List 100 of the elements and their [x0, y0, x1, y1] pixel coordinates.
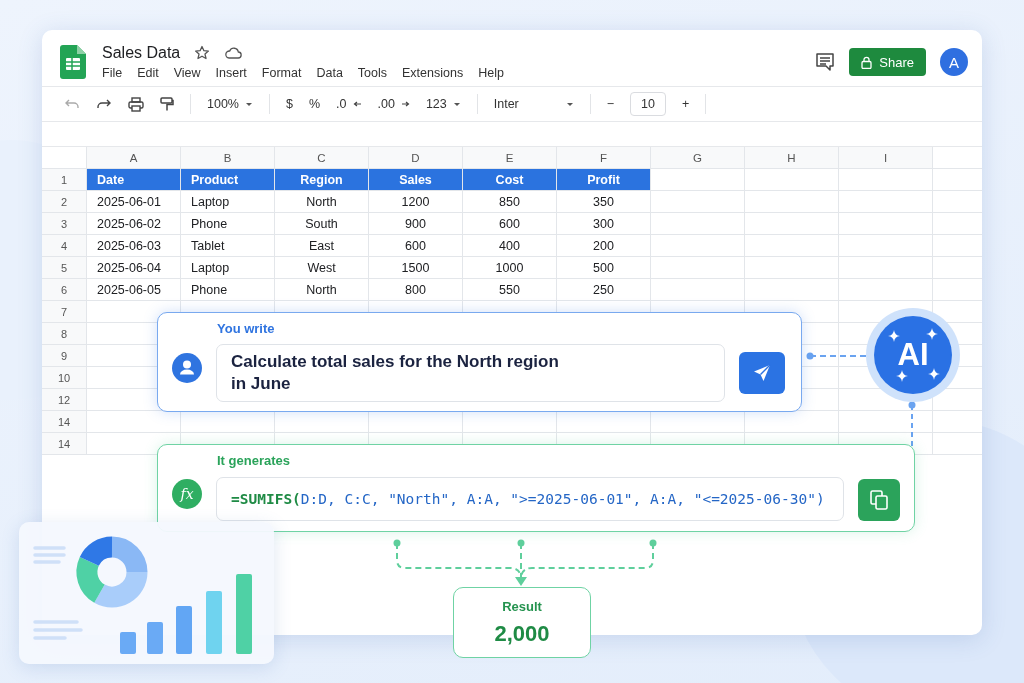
share-button[interactable]: Share	[849, 48, 926, 76]
table-cell: 350	[557, 191, 651, 213]
number-format-dropdown[interactable]: 123	[425, 97, 461, 111]
row-header[interactable]: 14	[42, 433, 87, 455]
menu-item[interactable]: View	[173, 66, 201, 80]
table-cell: 200	[557, 235, 651, 257]
function-icon: fx	[172, 479, 202, 509]
row-header[interactable]: 8	[42, 323, 87, 345]
caret-icon	[245, 101, 253, 107]
row-header[interactable]: 7	[42, 301, 87, 323]
person-icon	[172, 352, 202, 383]
caret-icon	[452, 101, 461, 107]
row-header[interactable]: 12	[42, 389, 87, 411]
star-icon[interactable]	[194, 45, 211, 61]
avatar[interactable]: A	[940, 48, 968, 76]
menu-item[interactable]: File	[102, 66, 123, 80]
row-header[interactable]: 1	[42, 169, 87, 191]
table-cell: East	[275, 235, 369, 257]
lock-icon	[861, 55, 873, 69]
column-header[interactable]: E	[463, 147, 557, 169]
table-cell: 2025-06-05	[87, 279, 181, 301]
table-cell: 900	[369, 213, 463, 235]
formula-field[interactable]: =SUMIFS(D:D, C:C, "North", A:A, ">=2025-06-01", A:A, "<=2025-06-30")	[216, 477, 844, 521]
copy-icon	[870, 490, 888, 510]
row-header[interactable]: 9	[42, 345, 87, 367]
column-header[interactable]: C	[275, 147, 369, 169]
ai-label: AI	[874, 316, 952, 394]
menu-item[interactable]: Format	[261, 66, 302, 80]
table-cell: 300	[557, 213, 651, 235]
send-button[interactable]	[739, 352, 785, 394]
caret-icon	[565, 101, 574, 107]
left-arrow-icon	[352, 101, 362, 107]
decrease-size-button[interactable]: −	[606, 97, 615, 111]
right-arrow-icon	[400, 101, 410, 107]
table-cell: Tablet	[181, 235, 275, 257]
table-cell: North	[275, 279, 369, 301]
table-cell: South	[275, 213, 369, 235]
prompt-field[interactable]: Calculate total sales for the North region in June	[216, 344, 725, 402]
menu-item[interactable]: Extensions	[402, 66, 464, 80]
row-header[interactable]: 4	[42, 235, 87, 257]
menu-item[interactable]: Help	[478, 66, 504, 80]
comment-icon[interactable]	[815, 52, 836, 72]
table-cell: 600	[463, 213, 557, 235]
paint-format-icon[interactable]	[160, 96, 174, 112]
menu-item[interactable]: Insert	[215, 66, 247, 80]
table-cell: 1500	[369, 257, 463, 279]
table-cell: 400	[463, 235, 557, 257]
result-label: Result	[502, 598, 542, 614]
sparkle-icon	[888, 330, 900, 342]
table-cell: 500	[557, 257, 651, 279]
document-title: Sales Data	[102, 44, 181, 62]
copy-button[interactable]	[858, 479, 900, 521]
table-cell: 550	[463, 279, 557, 301]
decrease-decimals-button[interactable]: .0	[336, 97, 362, 111]
increase-decimals-button[interactable]: .00	[377, 97, 410, 111]
print-icon[interactable]	[128, 96, 144, 112]
menu-item[interactable]: Tools	[357, 66, 388, 80]
column-header[interactable]: H	[745, 147, 839, 169]
redo-icon[interactable]	[96, 98, 112, 110]
header-cell: Cost	[463, 169, 557, 191]
zoom-dropdown[interactable]: 100%	[207, 97, 253, 111]
header-cell: Date	[87, 169, 181, 191]
font-dropdown[interactable]: Inter	[493, 97, 574, 111]
table-cell: 2025-06-01	[87, 191, 181, 213]
currency-button[interactable]: $	[286, 97, 293, 111]
row-header[interactable]: 10	[42, 367, 87, 389]
send-icon	[752, 363, 772, 383]
column-header[interactable]: I	[839, 147, 933, 169]
header-cell: Profit	[557, 169, 651, 191]
column-header[interactable]: D	[369, 147, 463, 169]
header-cell: Product	[181, 169, 275, 191]
sheets-logo-icon	[60, 45, 86, 79]
table-cell: 800	[369, 279, 463, 301]
row-header[interactable]: 2	[42, 191, 87, 213]
row-header[interactable]: 5	[42, 257, 87, 279]
table-cell: 2025-06-03	[87, 235, 181, 257]
menu-item[interactable]: Data	[316, 66, 343, 80]
column-header[interactable]: G	[651, 147, 745, 169]
table-cell: Phone	[181, 279, 275, 301]
percent-button[interactable]: %	[308, 97, 321, 111]
row-header[interactable]: 14	[42, 411, 87, 433]
column-header[interactable]: B	[181, 147, 275, 169]
sparkle-icon	[928, 368, 940, 380]
table-cell: Laptop	[181, 257, 275, 279]
table-cell: 1000	[463, 257, 557, 279]
table-cell: 850	[463, 191, 557, 213]
increase-size-button[interactable]: +	[682, 97, 690, 111]
sparkle-icon	[926, 328, 938, 340]
table-cell: West	[275, 257, 369, 279]
row-header[interactable]: 6	[42, 279, 87, 301]
card-label: You write	[217, 321, 275, 336]
row-header[interactable]: 3	[42, 213, 87, 235]
column-header[interactable]: F	[557, 147, 651, 169]
sparkle-icon	[896, 370, 908, 382]
header-cell: Sales	[369, 169, 463, 191]
table-cell: 250	[557, 279, 651, 301]
menu-item[interactable]: Edit	[137, 66, 159, 80]
column-header[interactable]: A	[87, 147, 181, 169]
font-size-field[interactable]: 10	[630, 92, 667, 116]
table-cell: Laptop	[181, 191, 275, 213]
